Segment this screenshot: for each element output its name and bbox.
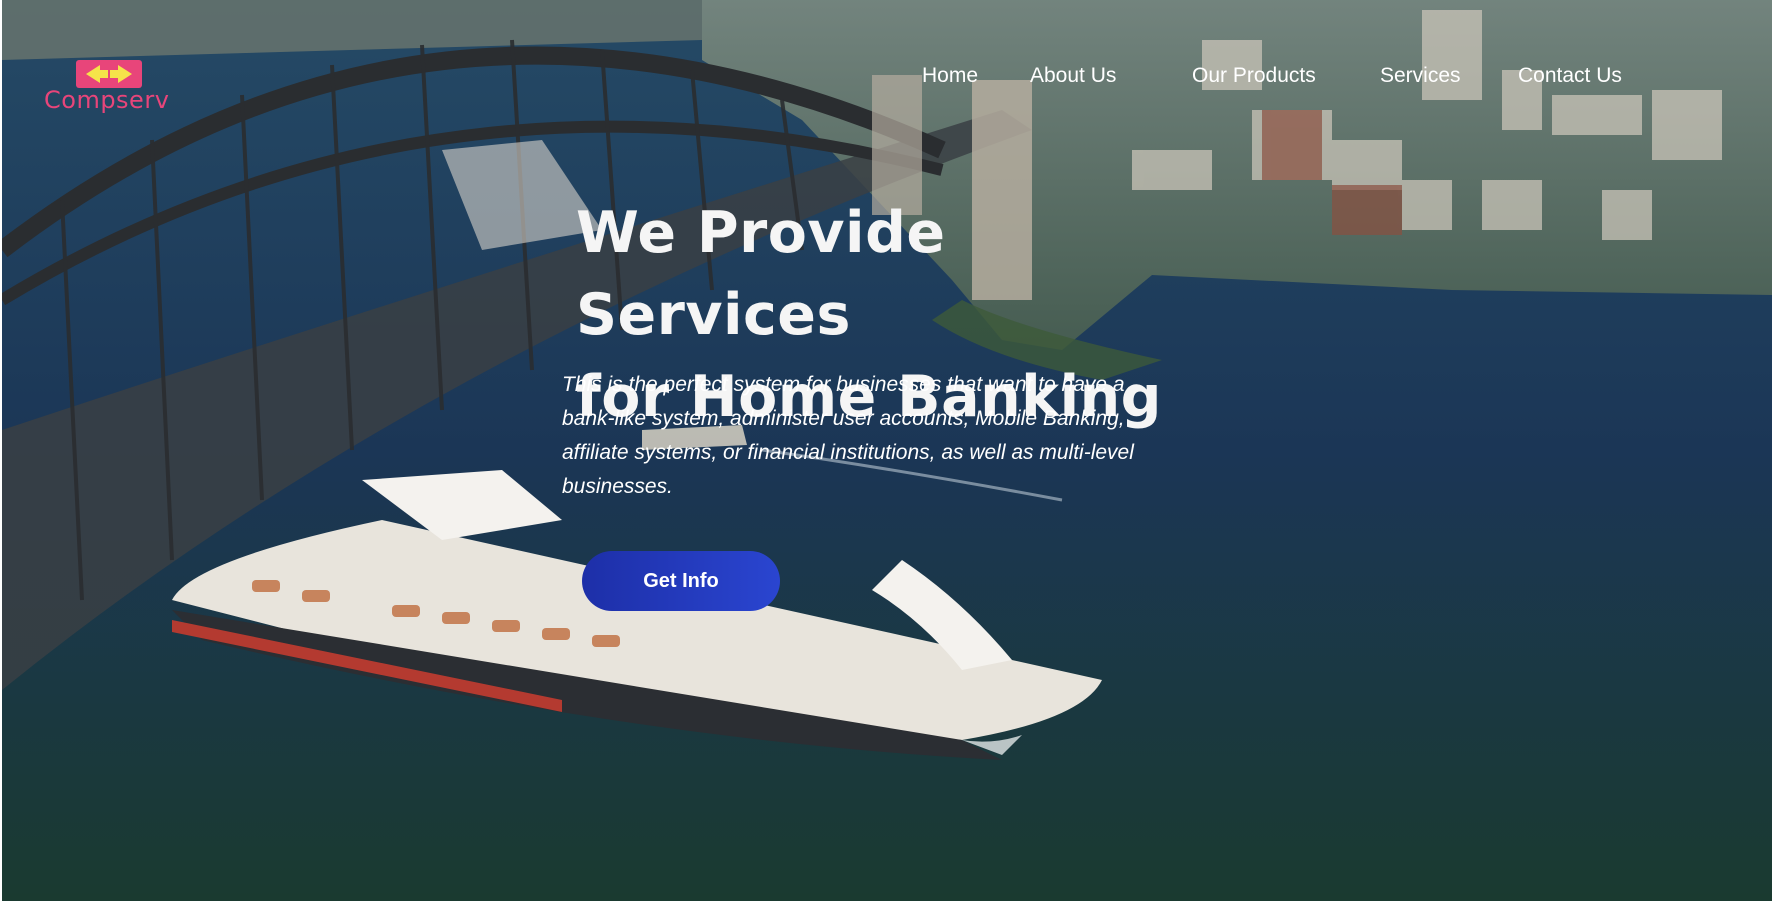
logo-arrows-icon <box>76 60 142 88</box>
logo-text: Compserv <box>44 86 170 114</box>
nav-services[interactable]: Services <box>1380 64 1461 88</box>
nav-our-products[interactable]: Our Products <box>1192 64 1316 88</box>
get-info-button[interactable]: Get Info <box>582 551 780 611</box>
hero-heading-line-1: We Provide Services <box>576 200 946 348</box>
hero-description: This is the perfect system for businesse… <box>562 373 1134 498</box>
hero-section: Compserv Home About Us Our Products Serv… <box>2 0 1772 901</box>
nav-contact-us[interactable]: Contact Us <box>1518 64 1622 88</box>
brand-logo[interactable]: Compserv <box>42 58 172 118</box>
nav-home[interactable]: Home <box>922 64 978 88</box>
nav-about-us[interactable]: About Us <box>1030 64 1116 88</box>
